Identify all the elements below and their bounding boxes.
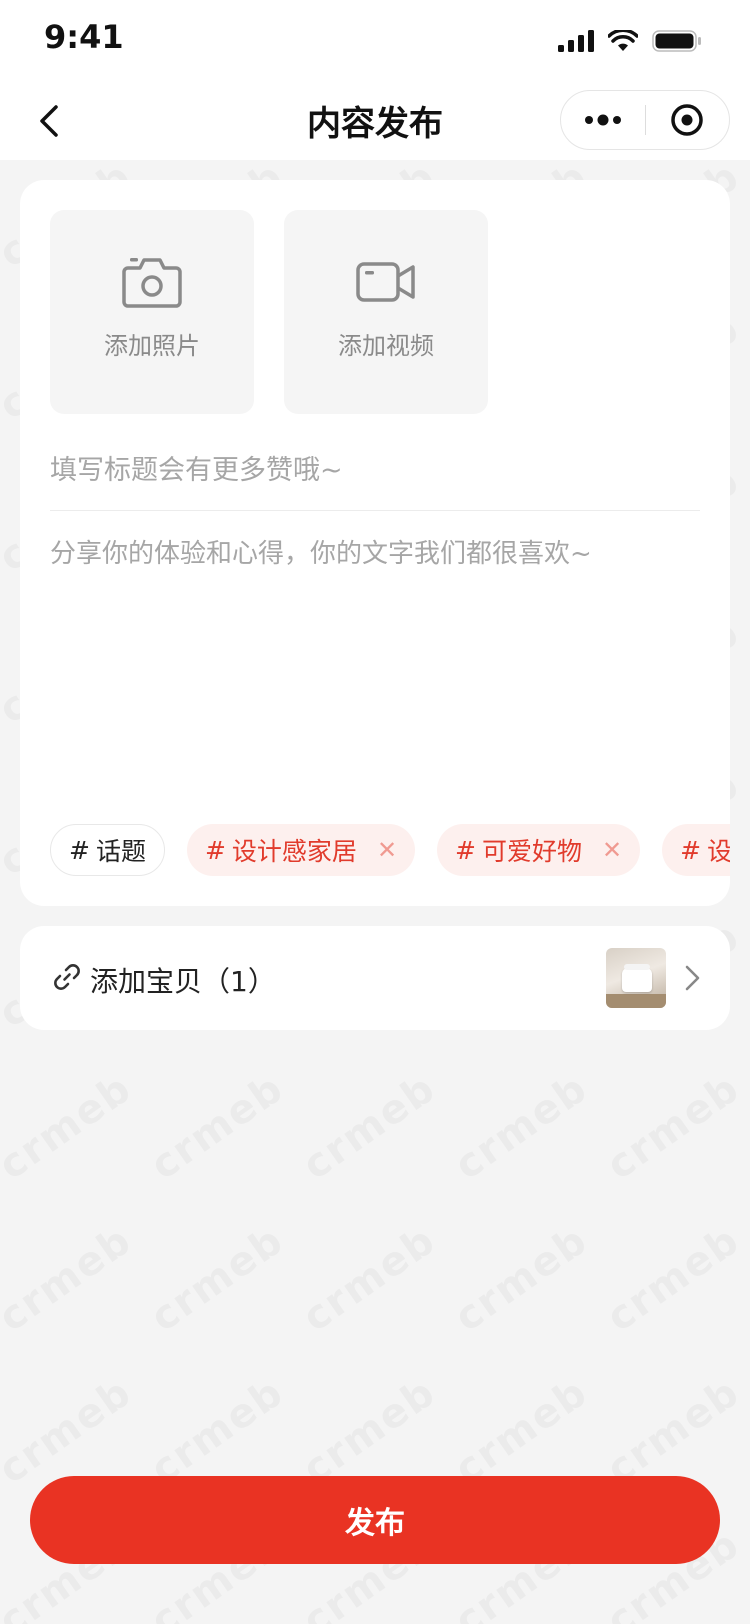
chevron-right-icon — [685, 965, 700, 991]
watermark-text: crmeb — [446, 1065, 596, 1189]
watermark-text: crmeb — [294, 1369, 444, 1493]
watermark-text: crmeb — [0, 1065, 140, 1189]
add-topic-button[interactable]: # 话题 — [50, 824, 165, 876]
remove-tag-icon[interactable]: ✕ — [602, 836, 622, 864]
watermark-text: crmeb — [0, 1217, 140, 1341]
watermark-text: crmeb — [0, 1369, 140, 1493]
hash-icon: # — [455, 835, 476, 865]
mini-program-capsule — [560, 90, 730, 150]
navigation-bar: 内容发布 — [0, 84, 750, 160]
thumbnail-rice-cooker — [622, 968, 652, 992]
topic-tag-label: 设计感家居 — [231, 837, 357, 866]
watermark-text: crmeb — [294, 1065, 444, 1189]
target-circle-icon — [671, 104, 703, 136]
watermark-text: crmeb — [142, 1065, 292, 1189]
watermark-text: crmeb — [142, 1369, 292, 1493]
content-textarea[interactable] — [50, 534, 700, 794]
thumbnail-rice-cooker-lid — [624, 964, 650, 970]
topic-tag-label: 可爱好物 — [482, 837, 583, 866]
top-bar: 9:41 内容发布 — [0, 0, 750, 160]
watermark-text: crmeb — [598, 1065, 748, 1189]
topic-tag-label: 设计感 — [707, 837, 730, 866]
thumbnail-shelf — [606, 994, 666, 1008]
cellular-signal-icon — [558, 30, 594, 52]
hash-icon: # — [69, 835, 90, 865]
battery-icon — [652, 30, 701, 52]
watermark-text: crmeb — [446, 1217, 596, 1341]
close-miniprogram-button[interactable] — [646, 90, 730, 150]
add-video-label: 添加视频 — [338, 332, 434, 360]
product-thumbnail — [606, 948, 666, 1008]
link-icon — [54, 964, 80, 990]
watermark-text: crmeb — [142, 1217, 292, 1341]
editor-card: 添加照片 添加视频 # 话题 # 设计感家居 ✕ # 可爱好物 ✕ # 设计感 — [20, 180, 730, 906]
wifi-icon — [608, 30, 638, 51]
title-divider — [50, 510, 700, 511]
add-photo-button[interactable]: 添加照片 — [50, 210, 254, 414]
add-photo-label: 添加照片 — [104, 332, 200, 360]
more-dots-icon — [584, 114, 621, 126]
hash-icon: # — [680, 835, 702, 865]
add-product-row[interactable]: 添加宝贝（1） — [20, 926, 730, 1030]
add-product-label: 添加宝贝（1） — [90, 965, 276, 998]
add-video-button[interactable]: 添加视频 — [284, 210, 488, 414]
tags-row: # 话题 # 设计感家居 ✕ # 可爱好物 ✕ # 设计感 — [50, 824, 730, 876]
video-camera-icon — [356, 262, 415, 302]
topic-label: 话题 — [95, 837, 146, 866]
status-icons — [558, 26, 702, 56]
topic-tag[interactable]: # 可爱好物 ✕ — [437, 824, 641, 876]
watermark-text: crmeb — [446, 1369, 596, 1493]
watermark-text: crmeb — [598, 1217, 748, 1341]
remove-tag-icon[interactable]: ✕ — [377, 836, 397, 864]
publish-button[interactable]: 发布 — [30, 1476, 720, 1564]
status-time: 9:41 — [44, 18, 124, 56]
title-input[interactable] — [50, 442, 700, 498]
hash-icon: # — [204, 835, 226, 865]
more-button[interactable] — [561, 90, 645, 150]
watermark-text: crmeb — [598, 1369, 748, 1493]
watermark-text: crmeb — [294, 1217, 444, 1341]
camera-icon — [122, 258, 182, 308]
topic-tag[interactable]: # 设计感家居 ✕ — [186, 824, 416, 876]
status-bar: 9:41 — [0, 0, 750, 80]
topic-tag[interactable]: # 设计感 — [662, 824, 730, 876]
